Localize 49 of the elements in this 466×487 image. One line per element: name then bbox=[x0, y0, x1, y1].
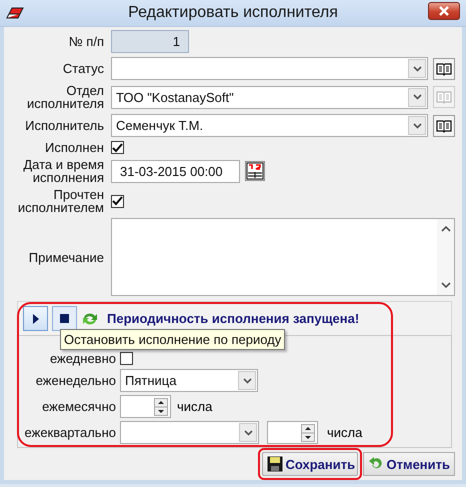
dropdown-field[interactable]: ТОО "KostanaySoft" bbox=[111, 86, 428, 108]
lookup-button[interactable] bbox=[433, 114, 455, 136]
dropdown-caret-icon bbox=[242, 378, 252, 384]
stop-icon bbox=[60, 314, 69, 323]
suffix-label: числа bbox=[177, 399, 212, 414]
dropdown-field[interactable] bbox=[120, 421, 259, 444]
schedule-label: еженедельно bbox=[36, 373, 116, 388]
field-label: Статус bbox=[62, 62, 104, 75]
close-icon bbox=[438, 6, 450, 16]
scroll-up-icon[interactable] bbox=[440, 225, 450, 232]
dropdown-caret-icon bbox=[412, 122, 422, 128]
eraser-icon bbox=[6, 7, 24, 19]
play-button[interactable] bbox=[23, 306, 48, 331]
close-button[interactable] bbox=[428, 2, 460, 20]
lookup-button[interactable] bbox=[433, 58, 455, 80]
cancel-button[interactable]: Отменить bbox=[363, 452, 455, 476]
field-label: Исполнен bbox=[44, 141, 104, 154]
field-label: Исполнитель bbox=[25, 119, 104, 132]
status-message: Периодичность исполнения запущена! bbox=[107, 311, 360, 326]
play-icon bbox=[32, 314, 38, 324]
calendar-icon[interactable] bbox=[245, 161, 265, 181]
field-label: Дата и время исполнения bbox=[22, 158, 104, 184]
dropdown-field[interactable]: Пятница bbox=[120, 369, 258, 392]
note-field[interactable] bbox=[111, 218, 455, 296]
window-title: Редактировать исполнителя bbox=[128, 4, 338, 22]
dropdown-caret-icon bbox=[412, 94, 422, 100]
number-field: 1 bbox=[111, 30, 189, 53]
schedule-label: ежедневно bbox=[50, 351, 116, 366]
field-label: Отдел исполнителя bbox=[26, 84, 104, 110]
checkbox[interactable] bbox=[111, 141, 124, 154]
scroll-down-icon[interactable] bbox=[440, 282, 450, 289]
spin-arrows-icon[interactable] bbox=[154, 398, 168, 416]
checkbox[interactable] bbox=[111, 194, 124, 208]
refresh-icon bbox=[81, 310, 99, 326]
schedule-label: ежемесячно bbox=[42, 399, 116, 414]
dropdown-field[interactable]: Семенчук Т.М. bbox=[111, 114, 428, 137]
checkbox[interactable] bbox=[120, 352, 133, 365]
dropdown-caret-icon bbox=[244, 430, 252, 436]
tooltip: Остановить исполнение по периоду bbox=[60, 329, 286, 350]
field-label: Прочтен исполнителем bbox=[16, 188, 104, 214]
field-label: Примечание bbox=[28, 250, 104, 264]
date-time-field[interactable]: 31-03-2015 00:00 bbox=[111, 160, 240, 182]
dropdown-caret-icon bbox=[412, 66, 422, 72]
dropdown-field[interactable] bbox=[111, 57, 428, 80]
suffix-label: числа bbox=[327, 425, 362, 440]
schedule-label: ежеквартально bbox=[24, 425, 116, 440]
field-label: № п/п bbox=[68, 35, 104, 48]
stop-button[interactable] bbox=[52, 306, 77, 331]
spin-arrows-icon[interactable] bbox=[301, 424, 315, 442]
